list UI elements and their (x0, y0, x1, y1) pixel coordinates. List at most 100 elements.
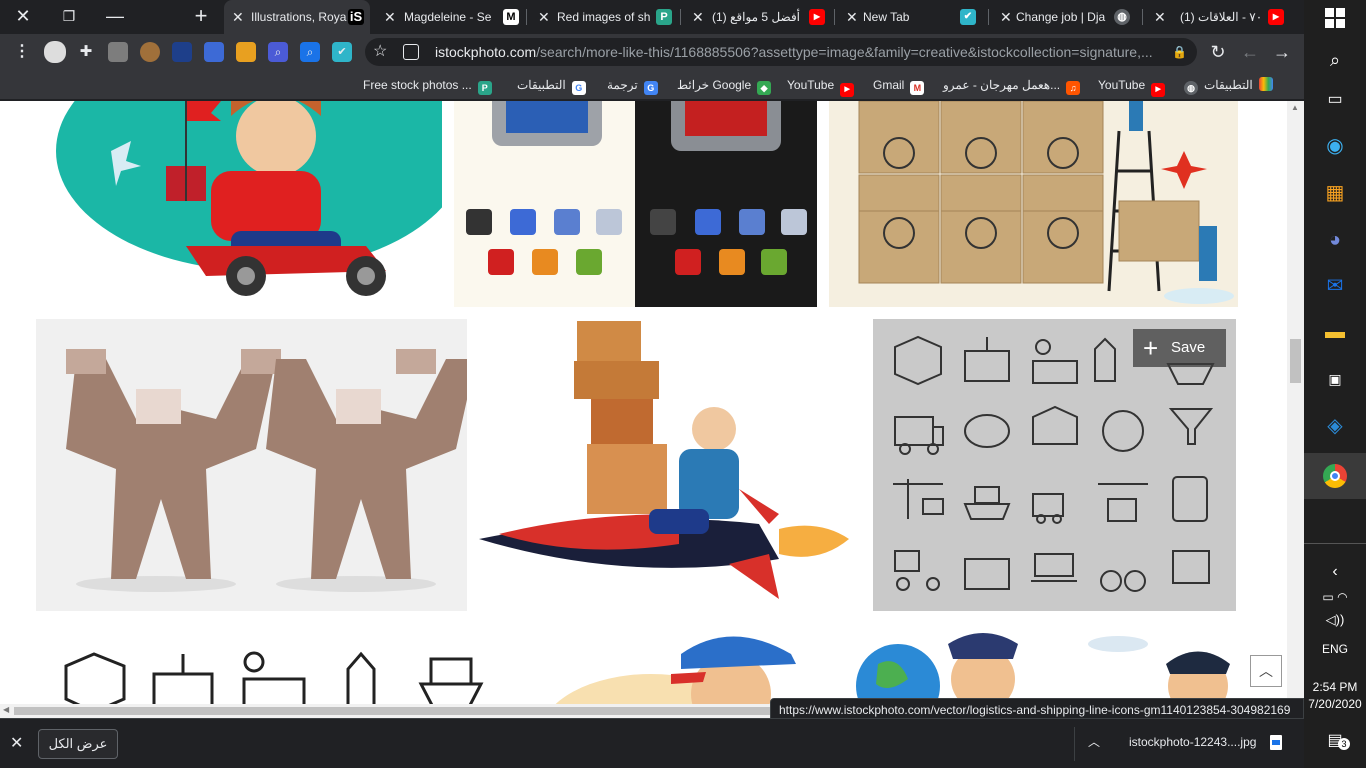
edge-icon[interactable]: ◉ (1319, 130, 1351, 162)
show-all-button[interactable]: عرض الكل (38, 729, 118, 759)
tab-separator (834, 9, 835, 25)
tab-close-icon[interactable]: ✕ (1154, 0, 1166, 34)
extension-magnifier-icon[interactable]: ⌕ (300, 42, 320, 62)
download-item-name[interactable]: istockphoto-12243....jpg (1129, 735, 1256, 749)
windows-start-icon[interactable] (1319, 2, 1351, 34)
tray-chevron-icon[interactable]: ‹ (1304, 563, 1366, 581)
magdeleine-favicon-icon: M (503, 9, 519, 25)
extension-robot-icon[interactable] (204, 42, 224, 62)
youtube-favicon-icon: ▶ (809, 9, 825, 25)
reload-icon[interactable]: ↻ (1206, 40, 1230, 64)
delivery-scooter-illustration (56, 101, 442, 296)
scroll-to-top-button[interactable]: ︿ (1250, 655, 1282, 687)
bookmark-apps-1[interactable]: التطبيقات G (517, 76, 586, 95)
bookmark-apps-2[interactable]: ◍ التطبيقات (1184, 76, 1273, 95)
result-image-pilots-globe[interactable] (848, 624, 1234, 704)
result-image-rocket-delivery[interactable] (479, 319, 861, 611)
icon-row-4 (894, 550, 1210, 592)
bookmark-translate[interactable]: ترجمة G (607, 76, 658, 95)
result-image-strong-workers[interactable] (36, 319, 467, 611)
tab-close-icon[interactable]: ✕ (692, 0, 704, 34)
tab-red-images[interactable]: ✕ Red images of sh P (530, 0, 678, 34)
cookie-extension-icon[interactable] (140, 42, 160, 62)
save-label: Save (1171, 339, 1206, 356)
maps-icon: ◆ (757, 81, 772, 95)
tab-close-icon[interactable]: ✕ (232, 0, 244, 34)
back-arrow-icon[interactable]: ← (1238, 40, 1262, 64)
extension-grey-icon[interactable] (108, 42, 128, 62)
save-button[interactable]: + Save (1133, 329, 1226, 367)
bookmark-free-stock[interactable]: Free stock photos ... P (363, 76, 492, 95)
vscode-icon[interactable]: ◈ (1319, 410, 1351, 442)
extension-check-icon[interactable]: ✔ (332, 42, 352, 62)
extension-search-icon[interactable]: ⌕ (268, 42, 288, 62)
profile-avatar[interactable] (44, 41, 66, 63)
menu-icon[interactable]: ⋮ (12, 42, 32, 62)
bookmark-youtube-1[interactable]: YouTube ▶ (787, 76, 855, 97)
app-icons-dark-illustration (650, 101, 807, 275)
terminal-icon[interactable]: ▣ (1319, 363, 1351, 395)
chrome-taskbar-active[interactable] (1304, 453, 1366, 499)
task-view-icon[interactable]: ▭ (1319, 84, 1351, 116)
language-indicator[interactable]: ENG (1304, 642, 1366, 656)
clock-date[interactable]: 7/20/2020 (1304, 697, 1366, 711)
plus-icon: + (1143, 333, 1159, 363)
tab-youtube-2[interactable]: ✕ (1) ٧٠ - العلاقات ▶ (1146, 0, 1294, 34)
vertical-scrollbar[interactable]: ▲ (1287, 101, 1304, 704)
close-window-icon[interactable]: ✕ (0, 0, 46, 34)
file-explorer-icon[interactable]: ▬ (1319, 316, 1351, 348)
taskbar-divider (1304, 543, 1366, 544)
pexels-favicon-icon: P (656, 9, 672, 25)
bookmark-soundcloud[interactable]: هعمل مهرجان - عمرو... ♫ (943, 76, 1081, 95)
tab-close-icon[interactable]: ✕ (384, 0, 396, 34)
chevron-up-icon[interactable]: ︿ (1088, 733, 1100, 750)
extension-blue-icon[interactable] (172, 42, 192, 62)
mail-icon[interactable]: ✉ (1319, 270, 1351, 302)
youtube-favicon-icon: ▶ (1268, 9, 1284, 25)
tab-label: (1) أفضل 5 مواقع (712, 10, 801, 24)
forward-arrow-icon[interactable]: → (1270, 40, 1294, 64)
result-image-idea-boxes[interactable] (829, 101, 1238, 307)
tab-youtube-1[interactable]: ✕ (1) أفضل 5 مواقع ▶ (684, 0, 832, 34)
bookmark-star-icon[interactable]: ☆ (373, 38, 387, 66)
translate-icon: G (643, 81, 658, 95)
result-image-delivery-scooter[interactable] (36, 101, 442, 307)
result-image-delivery-man[interactable] (521, 624, 836, 704)
restore-window-icon[interactable]: ❐ (46, 0, 92, 34)
tab-new-tab[interactable]: ✕ New Tab ✔ (838, 0, 986, 34)
search-icon[interactable]: ⌕ (1319, 44, 1351, 76)
tab-separator (988, 9, 989, 25)
tab-change-job[interactable]: ✕ Change job | Dja ◍ (992, 0, 1140, 34)
tab-close-icon[interactable]: ✕ (846, 0, 858, 34)
clock-time[interactable]: 2:54 PM (1304, 680, 1366, 694)
extensions-puzzle-icon[interactable]: ✚ (76, 42, 96, 62)
close-shelf-icon[interactable]: ✕ (10, 733, 23, 753)
bookmark-youtube-2[interactable]: YouTube ▶ (1098, 76, 1166, 97)
vertical-scroll-thumb[interactable] (1290, 339, 1301, 383)
extension-favicon-icon: ✔ (960, 9, 976, 25)
bookmark-gmail[interactable]: Gmail M (873, 76, 925, 95)
scroll-left-arrow-icon[interactable]: ◀ (3, 705, 9, 714)
result-image-logistics-icons-2[interactable] (36, 624, 509, 704)
result-image-app-icons-light[interactable] (454, 101, 635, 307)
install-icon[interactable] (403, 44, 419, 60)
tab-magdeleine[interactable]: ✕ Magdeleine - Se M (376, 0, 524, 34)
minimize-window-icon[interactable]: — (92, 0, 138, 34)
tab-close-icon[interactable]: ✕ (538, 0, 550, 34)
tab-label: Illustrations, Roya (251, 10, 347, 24)
store-icon[interactable]: ▦ (1319, 177, 1351, 209)
extension-book-icon[interactable] (236, 42, 256, 62)
discord-icon[interactable]: ◕ (1319, 224, 1351, 256)
bookmark-maps[interactable]: خرائط Google ◆ (677, 76, 772, 95)
scroll-up-arrow-icon[interactable]: ▲ (1291, 103, 1299, 112)
volume-icon[interactable]: ◁)) (1304, 612, 1366, 628)
new-tab-button[interactable]: + (178, 0, 224, 34)
tab-close-icon[interactable]: ✕ (1000, 0, 1012, 34)
notification-center-icon[interactable]: ▤ 3 (1304, 730, 1366, 750)
tab-separator (680, 9, 681, 25)
result-image-app-icons-dark[interactable] (635, 101, 817, 307)
tab-istock[interactable]: ✕ Illustrations, Roya iS (224, 0, 370, 34)
google-icon: G (571, 81, 586, 95)
battery-icon[interactable]: ▭ ◠ (1304, 590, 1366, 604)
address-bar[interactable]: ☆ istockphoto.com/search/more-like-this/… (365, 38, 1197, 66)
